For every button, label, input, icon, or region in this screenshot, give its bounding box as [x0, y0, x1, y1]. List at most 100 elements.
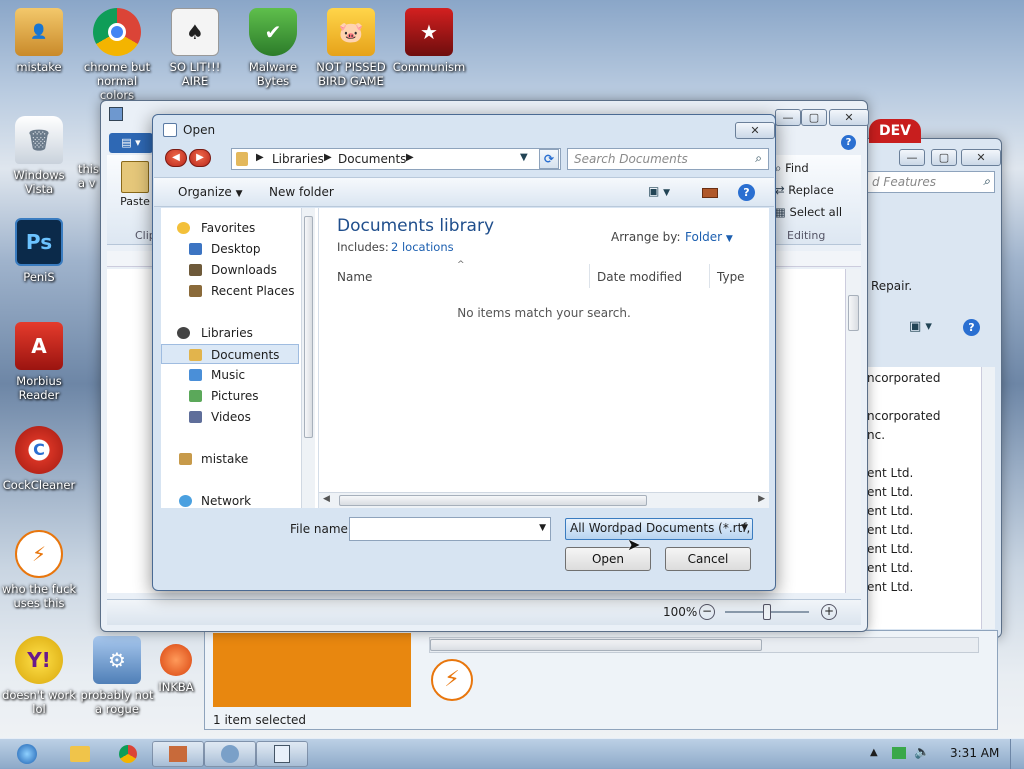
- scroll-right-icon[interactable]: ▶: [758, 494, 765, 504]
- wordpad-menu-button[interactable]: ▤ ▾: [109, 133, 153, 153]
- view-icon[interactable]: ▣ ▾: [909, 319, 932, 334]
- nav-videos[interactable]: Videos: [161, 407, 301, 427]
- nav-libraries[interactable]: Libraries: [161, 323, 301, 343]
- help-icon[interactable]: ?: [738, 184, 755, 201]
- nav-desktop[interactable]: Desktop: [161, 239, 301, 259]
- desktop-icon-photoshop[interactable]: Ps PeniS: [0, 218, 78, 284]
- nav-recent-places[interactable]: Recent Places: [161, 281, 301, 301]
- zoom-in-button[interactable]: +: [821, 604, 837, 620]
- organize-button[interactable]: Organize ▼: [178, 185, 243, 199]
- list-item[interactable]: nc.: [867, 428, 885, 442]
- address-bar[interactable]: ▶ Libraries ▶ Documents ▶ ▼: [231, 148, 561, 170]
- taskbar-explorer[interactable]: [54, 741, 106, 767]
- zoom-out-button[interactable]: −: [699, 604, 715, 620]
- desktop-icon-cleaner[interactable]: C CockCleaner: [0, 426, 78, 492]
- scroll-left-icon[interactable]: ◀: [323, 494, 330, 504]
- list-item[interactable]: ent Ltd.: [867, 561, 913, 575]
- show-desktop-button[interactable]: [1010, 739, 1024, 769]
- desktop-icon-pdf-reader[interactable]: A Morbius Reader: [0, 322, 78, 402]
- back-button[interactable]: ◀: [165, 149, 187, 167]
- list-item[interactable]: ncorporated: [867, 371, 940, 385]
- preview-pane-icon[interactable]: [702, 188, 718, 198]
- taskbar-app[interactable]: [152, 741, 204, 767]
- column-header-name[interactable]: Name: [337, 270, 372, 284]
- horizontal-scrollbar[interactable]: ◀ ▶: [319, 492, 769, 508]
- filename-input[interactable]: ▼: [349, 517, 551, 541]
- arrange-by-dropdown[interactable]: Folder ▼: [685, 230, 733, 244]
- close-button[interactable]: ✕: [829, 109, 869, 126]
- list-item[interactable]: ent Ltd.: [867, 485, 913, 499]
- taskbar-chrome[interactable]: [102, 741, 154, 767]
- minimize-button[interactable]: —: [775, 109, 801, 126]
- maximize-button[interactable]: ▢: [931, 149, 957, 166]
- nav-documents[interactable]: Documents: [161, 344, 299, 364]
- details-pane-window[interactable]: ⚡ 1 item selected: [204, 630, 998, 730]
- nav-downloads[interactable]: Downloads: [161, 260, 301, 280]
- breadcrumb-libraries[interactable]: Libraries: [272, 152, 324, 166]
- select-all-button[interactable]: ▦ Select all: [775, 205, 842, 219]
- features-search-input[interactable]: d Features ⌕: [867, 171, 995, 193]
- forward-button[interactable]: ▶: [189, 149, 211, 167]
- replace-button[interactable]: ⇄ Replace: [775, 183, 834, 197]
- list-item[interactable]: ent Ltd.: [867, 466, 913, 480]
- start-button[interactable]: [2, 741, 52, 767]
- list-item[interactable]: ent Ltd.: [867, 542, 913, 556]
- zoom-slider[interactable]: [725, 604, 809, 620]
- file-list-pane[interactable]: Documents library Includes: 2 locations …: [319, 208, 769, 508]
- show-hidden-icons[interactable]: ▲: [870, 747, 878, 758]
- nav-user-mistake[interactable]: mistake: [161, 449, 301, 469]
- chevron-down-icon[interactable]: ▼: [539, 523, 546, 533]
- list-item[interactable]: ncorporated: [867, 409, 940, 423]
- desktop-icon-chrome[interactable]: chrome but normal colors: [78, 8, 156, 102]
- program-list[interactable]: ncorporated ncorporated nc. ent Ltd. ent…: [867, 367, 981, 629]
- vertical-scrollbar[interactable]: [845, 269, 861, 593]
- desktop-icon-winamp[interactable]: ⚡ who the fuck uses this: [0, 530, 78, 610]
- open-dialog[interactable]: Open ✕ ◀ ▶ ▶ Libraries ▶ Documents ▶ ▼ ⟳…: [152, 114, 776, 591]
- new-folder-button[interactable]: New folder: [269, 185, 334, 199]
- desktop-icon-windows-vista[interactable]: 🗑 Windows Vista: [0, 116, 78, 196]
- desktop-icon-solitaire[interactable]: ♠ SO LIT!!! AIRE: [156, 8, 234, 88]
- help-icon[interactable]: ?: [841, 135, 856, 150]
- address-dropdown-icon[interactable]: ▼: [520, 152, 528, 163]
- volume-icon[interactable]: 🔈: [914, 745, 930, 760]
- close-button[interactable]: ✕: [961, 149, 1001, 166]
- desktop-icon-mistake[interactable]: 👤 mistake: [0, 8, 78, 74]
- horizontal-scrollbar[interactable]: [429, 637, 979, 653]
- desktop-icon-inkba[interactable]: INKBA: [146, 636, 206, 694]
- network-tray-icon[interactable]: [892, 747, 906, 759]
- refresh-button[interactable]: ⟳: [539, 149, 559, 169]
- help-icon[interactable]: ?: [963, 319, 980, 336]
- navigation-pane[interactable]: Favorites Desktop Downloads Recent Place…: [161, 208, 319, 508]
- taskbar-app-2[interactable]: [204, 741, 256, 767]
- close-button[interactable]: ✕: [735, 122, 775, 139]
- nav-network[interactable]: Network: [161, 491, 301, 511]
- desktop-icon-partial[interactable]: this a v: [78, 162, 102, 190]
- nav-scrollbar[interactable]: [301, 208, 315, 508]
- breadcrumb-documents[interactable]: Documents: [338, 152, 406, 166]
- desktop-icon-malwarebytes[interactable]: ✔ Malware Bytes: [234, 8, 312, 88]
- desktop-icon-yahoo[interactable]: Y! doesn't work lol: [0, 636, 78, 716]
- filetype-dropdown[interactable]: All Wordpad Documents (*.rtf, ▼: [565, 518, 753, 540]
- nav-favorites[interactable]: Favorites: [161, 218, 301, 238]
- desktop-icon-bird-game[interactable]: 🐷 NOT PISSED BIRD GAME: [312, 8, 390, 88]
- cancel-button[interactable]: Cancel: [665, 547, 751, 571]
- desktop-icon-communism[interactable]: ★ Communism: [390, 8, 468, 74]
- view-options-button[interactable]: ▣ ▼: [648, 184, 670, 198]
- nav-music[interactable]: Music: [161, 365, 301, 385]
- minimize-button[interactable]: —: [899, 149, 925, 166]
- find-button[interactable]: ⌕ Find: [775, 161, 809, 176]
- nav-pictures[interactable]: Pictures: [161, 386, 301, 406]
- list-item[interactable]: ent Ltd.: [867, 504, 913, 518]
- taskbar-wordpad[interactable]: [256, 741, 308, 767]
- vertical-scrollbar[interactable]: [981, 367, 995, 629]
- column-header-date[interactable]: Date modified: [597, 270, 682, 284]
- clock[interactable]: 3:31 AM: [950, 746, 999, 760]
- list-item[interactable]: ent Ltd.: [867, 523, 913, 537]
- paste-button[interactable]: Paste: [115, 159, 155, 225]
- maximize-button[interactable]: ▢: [801, 109, 827, 126]
- locations-link[interactable]: 2 locations: [391, 240, 454, 254]
- column-header-type[interactable]: Type: [717, 270, 745, 284]
- desktop-icon-rogue[interactable]: ⚙ probably not a rogue: [78, 636, 156, 716]
- search-input[interactable]: Search Documents ⌕: [567, 148, 769, 170]
- list-item[interactable]: ent Ltd.: [867, 580, 913, 594]
